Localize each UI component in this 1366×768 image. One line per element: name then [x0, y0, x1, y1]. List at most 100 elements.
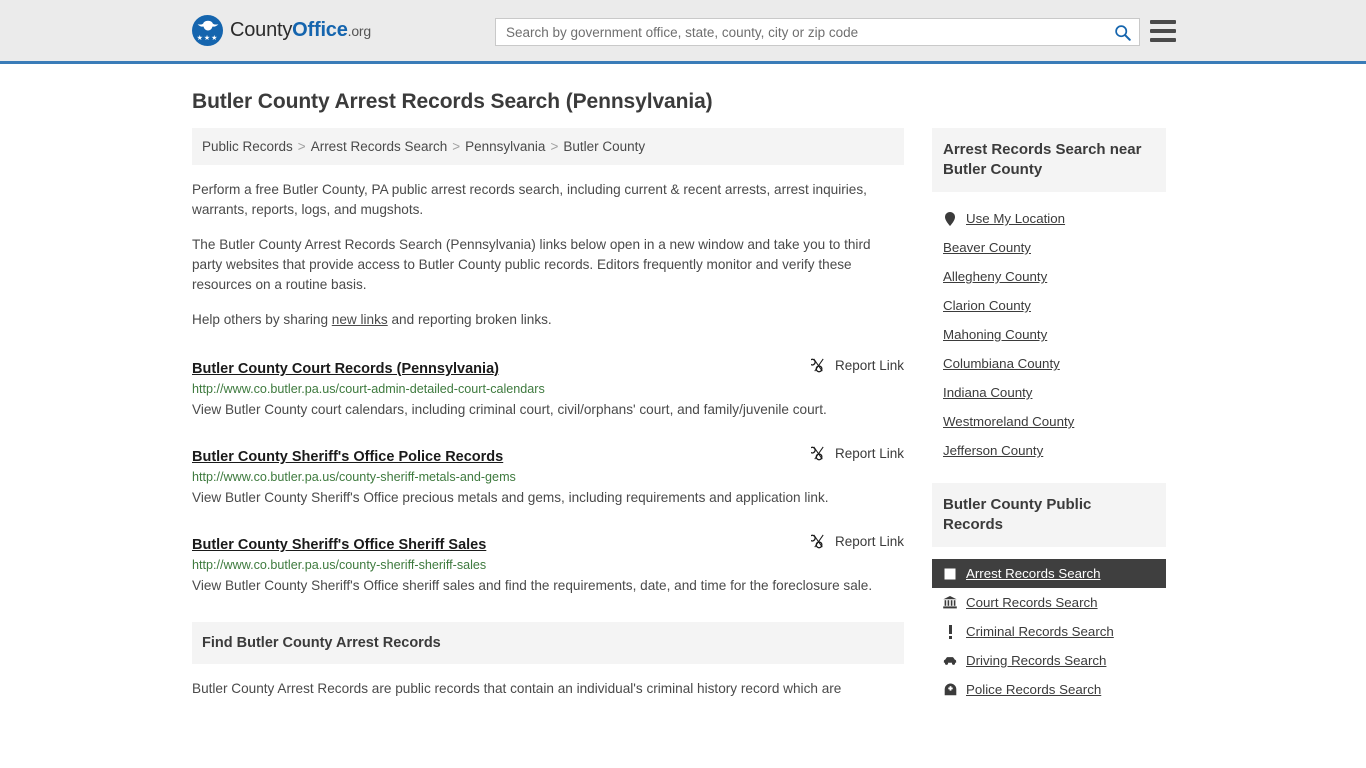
breadcrumb: Public Records > Arrest Records Search >…: [192, 128, 904, 165]
sidebar-item-label: Police Records Search: [966, 682, 1102, 697]
report-link-button[interactable]: Report Link: [797, 446, 904, 461]
courthouse-icon: [943, 595, 957, 610]
breadcrumb-item-pennsylvania[interactable]: Pennsylvania: [465, 139, 545, 154]
site-logo[interactable]: ★★★ CountyOffice.org: [192, 15, 371, 46]
sidebar-item-label: Columbiana County: [943, 356, 1060, 371]
sidebar-item-label: Mahoning County: [943, 327, 1048, 342]
fingerprint-card-icon: [943, 566, 957, 581]
sidebar-item-label: Arrest Records Search: [966, 566, 1101, 581]
sidebar-item-use-my-location[interactable]: Use My Location: [932, 204, 1166, 233]
sidebar-item-label: Westmoreland County: [943, 414, 1075, 429]
broken-link-icon: [810, 534, 824, 549]
sidebar-item-mahoning-county[interactable]: Mahoning County: [932, 320, 1166, 349]
sidebar: Arrest Records Search near Butler County…: [932, 128, 1166, 722]
link-entry: Butler County Court Records (Pennsylvani…: [192, 358, 904, 421]
car-icon: [943, 653, 957, 668]
page-container: Butler County Arrest Records Search (Pen…: [0, 90, 1366, 722]
report-link-label: Report Link: [834, 446, 904, 461]
find-records-body: Butler County Arrest Records are public …: [192, 681, 842, 696]
sidebar-item-allegheny-county[interactable]: Allegheny County: [932, 262, 1166, 291]
sidebar-nearby-heading: Arrest Records Search near Butler County: [932, 128, 1166, 192]
link-entry-header: Butler County Sheriff's Office Sheriff S…: [192, 534, 904, 553]
link-entry-header: Butler County Court Records (Pennsylvani…: [192, 358, 904, 377]
sidebar-item-label: Court Records Search: [966, 595, 1098, 610]
report-link-button[interactable]: Report Link: [797, 358, 904, 373]
sidebar-item-indiana-county[interactable]: Indiana County: [932, 378, 1166, 407]
sidebar-item-jefferson-county[interactable]: Jefferson County: [932, 436, 1166, 465]
sidebar-item-label: Use My Location: [966, 211, 1066, 226]
logo-text-office: Office: [292, 19, 348, 41]
link-entry-url: http://www.co.butler.pa.us/county-sherif…: [192, 558, 487, 572]
sidebar-item-label: Allegheny County: [943, 269, 1048, 284]
sidebar-item-label: Beaver County: [943, 240, 1031, 255]
sidebar-item-arrest-records-search[interactable]: Arrest Records Search: [932, 559, 1166, 588]
search-button[interactable]: [1105, 19, 1139, 45]
sidebar-item-court-records-search[interactable]: Court Records Search: [932, 588, 1166, 617]
sidebar-public-records-box: Butler County Public Records Arrest Reco…: [932, 483, 1166, 704]
broken-link-icon: [810, 358, 824, 373]
sidebar-item-columbiana-county[interactable]: Columbiana County: [932, 349, 1166, 378]
logo-text-org: .org: [347, 23, 372, 39]
sidebar-item-westmoreland-county[interactable]: Westmoreland County: [932, 407, 1166, 436]
search-input[interactable]: [496, 19, 1105, 45]
site-header: ★★★ CountyOffice.org: [0, 0, 1366, 64]
sidebar-item-label: Criminal Records Search: [966, 624, 1114, 639]
eagle-icon: [197, 20, 218, 31]
intro-paragraph-1: Perform a free Butler County, PA public …: [192, 182, 867, 217]
main-content: Public Records > Arrest Records Search >…: [192, 128, 904, 700]
breadcrumb-separator: >: [452, 139, 461, 154]
hamburger-menu-icon[interactable]: [1150, 20, 1176, 42]
sidebar-item-criminal-records-search[interactable]: Criminal Records Search: [932, 617, 1166, 646]
share-text-suffix: and reporting broken links.: [387, 312, 552, 327]
intro-paragraph-3: Help others by sharing new links and rep…: [192, 310, 904, 330]
link-entry: Butler County Sheriff's Office Sheriff S…: [192, 534, 904, 597]
link-entry-url: http://www.co.butler.pa.us/county-sherif…: [192, 470, 516, 484]
sidebar-item-label: Jefferson County: [943, 443, 1044, 458]
hamburger-bar: [1150, 20, 1176, 24]
breadcrumb-item-arrest-records-search[interactable]: Arrest Records Search: [311, 139, 448, 154]
breadcrumb-item-butler-county[interactable]: Butler County: [563, 139, 645, 154]
sidebar-item-label: Driving Records Search: [966, 653, 1107, 668]
sidebar-nearby-list: Use My Location Beaver County Allegheny …: [932, 192, 1166, 465]
report-link-label: Report Link: [834, 358, 904, 373]
link-entry-title[interactable]: Butler County Court Records (Pennsylvani…: [192, 361, 499, 377]
eagle-seal-logo-icon: ★★★: [192, 15, 223, 46]
breadcrumb-separator: >: [550, 139, 559, 154]
hamburger-bar: [1150, 29, 1176, 33]
logo-wordmark: CountyOffice.org: [230, 19, 371, 42]
hamburger-bar: [1150, 38, 1176, 42]
breadcrumb-item-public-records[interactable]: Public Records: [202, 139, 293, 154]
sidebar-public-records-heading: Butler County Public Records: [932, 483, 1166, 547]
logo-text-county: County: [230, 19, 293, 41]
report-link-button[interactable]: Report Link: [797, 534, 904, 549]
link-entry-header: Butler County Sheriff's Office Police Re…: [192, 446, 904, 465]
search-icon: [1114, 24, 1131, 41]
logo-stars: ★★★: [196, 35, 219, 42]
sidebar-item-clarion-county[interactable]: Clarion County: [932, 291, 1166, 320]
report-link-label: Report Link: [834, 534, 904, 549]
link-entry-description: View Butler County Sheriff's Office prec…: [192, 490, 829, 505]
sidebar-item-label: Indiana County: [943, 385, 1033, 400]
new-links-link[interactable]: new links: [332, 312, 388, 327]
page-title: Butler County Arrest Records Search (Pen…: [192, 90, 713, 113]
link-entry-title[interactable]: Butler County Sheriff's Office Police Re…: [192, 449, 503, 465]
sidebar-item-beaver-county[interactable]: Beaver County: [932, 233, 1166, 262]
link-entry-description: View Butler County Sheriff's Office sher…: [192, 578, 873, 593]
broken-link-icon: [810, 446, 824, 461]
sidebar-item-police-records-search[interactable]: Police Records Search: [932, 675, 1166, 704]
link-entry: Butler County Sheriff's Office Police Re…: [192, 446, 904, 509]
link-entry-description: View Butler County court calendars, incl…: [192, 402, 827, 417]
intro-paragraph-2: The Butler County Arrest Records Search …: [192, 237, 871, 292]
sidebar-item-label: Clarion County: [943, 298, 1031, 313]
find-records-heading: Find Butler County Arrest Records: [192, 622, 904, 664]
location-pin-icon: [943, 211, 957, 226]
link-entry-url: http://www.co.butler.pa.us/court-admin-d…: [192, 382, 545, 396]
content-columns: Public Records > Arrest Records Search >…: [192, 128, 1174, 722]
sidebar-public-records-list: Arrest Records Search Court Records Sear…: [932, 547, 1166, 704]
sidebar-nearby-box: Arrest Records Search near Butler County…: [932, 128, 1166, 465]
breadcrumb-separator: >: [297, 139, 306, 154]
share-text-prefix: Help others by sharing: [192, 312, 332, 327]
search-bar[interactable]: [495, 18, 1140, 46]
sidebar-item-driving-records-search[interactable]: Driving Records Search: [932, 646, 1166, 675]
link-entry-title[interactable]: Butler County Sheriff's Office Sheriff S…: [192, 537, 486, 553]
